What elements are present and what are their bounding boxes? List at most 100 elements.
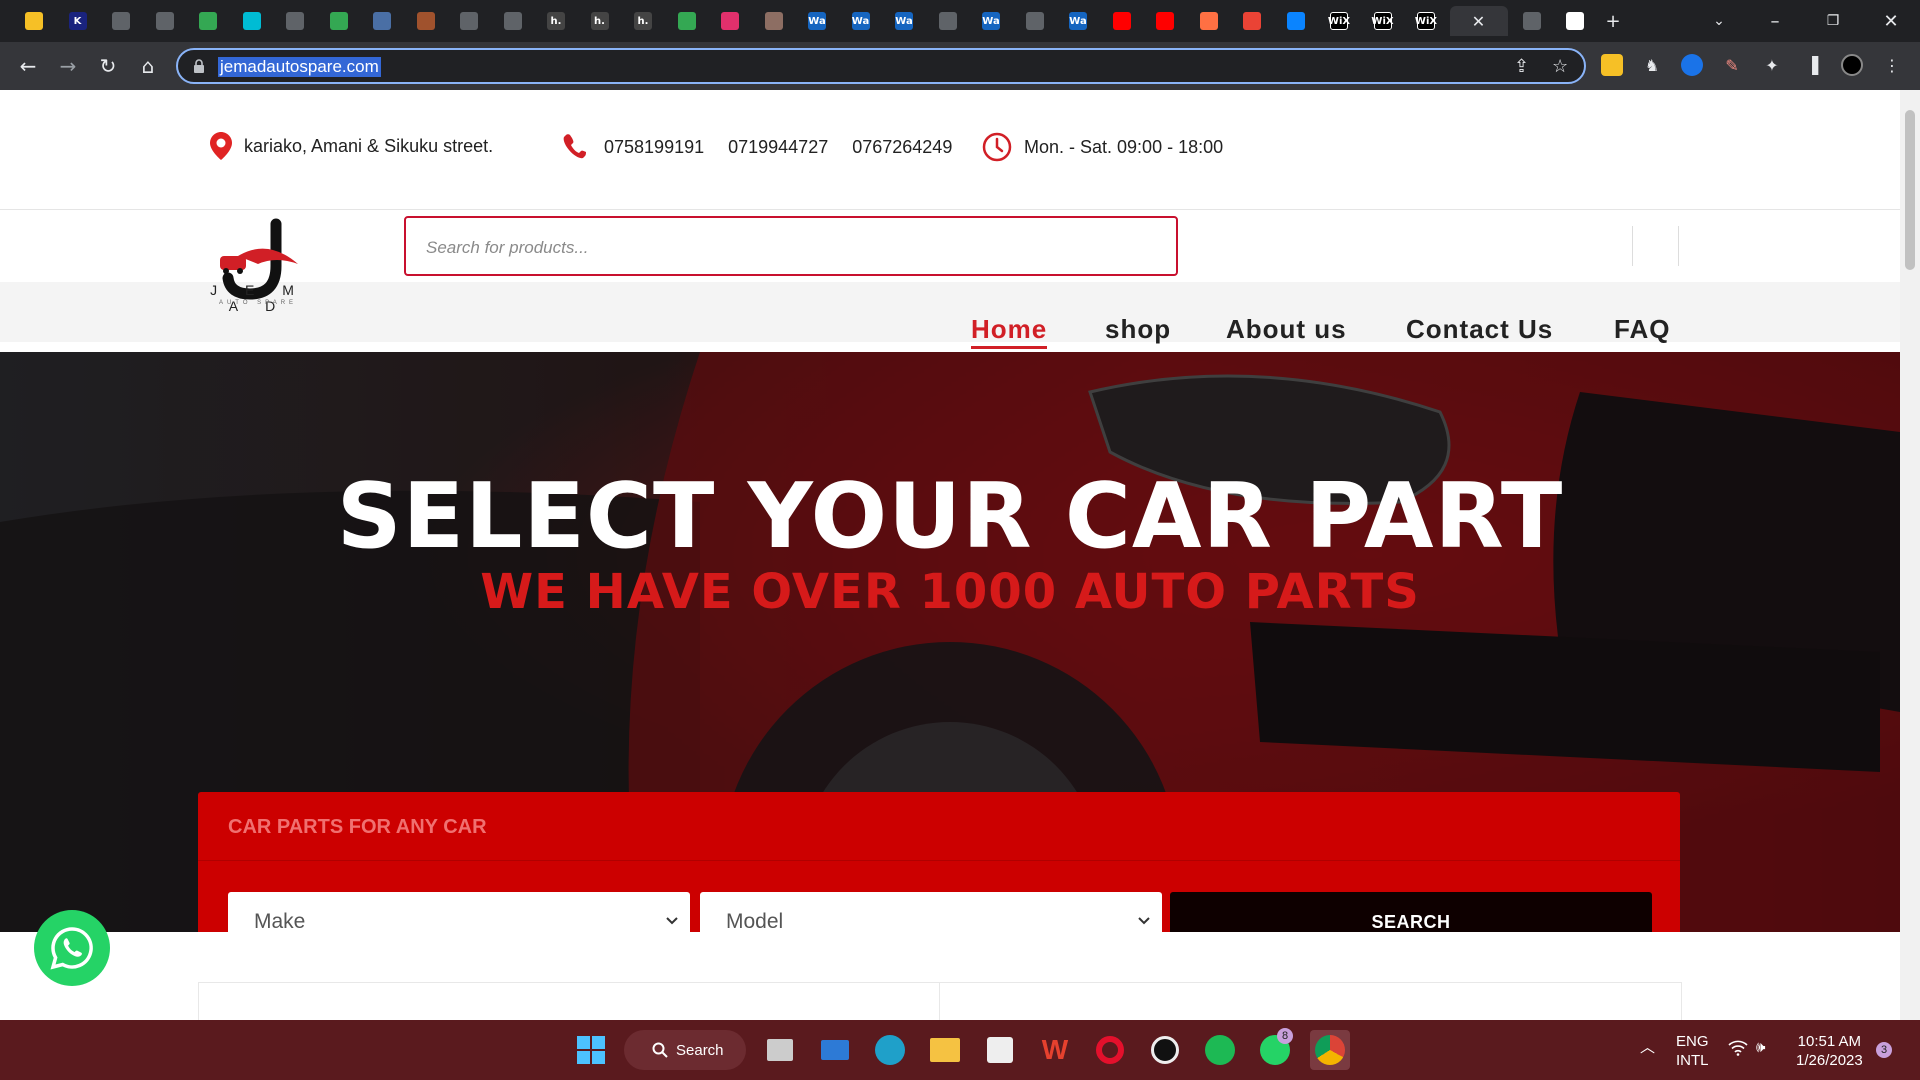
language-indicator[interactable]: ENG INTL [1676, 1032, 1709, 1070]
sync-extension-icon[interactable] [1681, 54, 1703, 76]
nav-home[interactable]: Home [971, 314, 1048, 349]
bookmark-star-icon[interactable]: ☆ [1552, 56, 1568, 77]
recorder-icon[interactable] [1145, 1030, 1185, 1070]
new-tab-button[interactable]: + [1598, 8, 1628, 34]
browser-tab[interactable] [319, 6, 359, 36]
browser-tab[interactable]: K [58, 6, 98, 36]
window-close-icon[interactable]: ✕ [1876, 8, 1906, 34]
store-icon[interactable] [980, 1030, 1020, 1070]
browser-tab[interactable] [667, 6, 707, 36]
browser-tab[interactable] [1555, 6, 1595, 36]
browser-tab[interactable] [493, 6, 533, 36]
taskbar-search[interactable]: Search [624, 1030, 746, 1070]
nav-about-us[interactable]: About us [1226, 314, 1347, 345]
tray-overflow-icon[interactable]: ︿ [1640, 1038, 1655, 1057]
nav-faq[interactable]: FAQ [1614, 314, 1670, 345]
close-icon: ✕ [1471, 11, 1486, 31]
youtube-icon [1156, 12, 1174, 30]
home-icon[interactable]: ⌂ [134, 52, 162, 80]
forward-icon[interactable]: → [54, 52, 82, 80]
browser-tab[interactable]: WiX [1406, 6, 1446, 36]
notification-badge[interactable]: 3 [1876, 1042, 1892, 1058]
browser-tab[interactable] [275, 6, 315, 36]
wix-icon: WiX [1415, 12, 1437, 30]
browser-tab[interactable]: Wa [797, 6, 837, 36]
browser-tab[interactable] [710, 6, 750, 36]
product-search-input[interactable]: Search for products... [404, 216, 1178, 276]
browser-tab[interactable] [1189, 6, 1229, 36]
phone-number-2[interactable]: 0719944727 [728, 137, 828, 158]
wa-icon: Wa [895, 12, 913, 30]
browser-tab[interactable]: Wa [841, 6, 881, 36]
share-icon[interactable]: ⇪ [1514, 56, 1529, 77]
side-panel-icon[interactable]: ▐ [1801, 54, 1823, 76]
profile-avatar[interactable] [1841, 54, 1863, 76]
browser-tab[interactable] [754, 6, 794, 36]
phone-number-3[interactable]: 0767264249 [852, 137, 952, 158]
browser-tab[interactable] [145, 6, 185, 36]
start-windows-icon[interactable] [571, 1030, 611, 1070]
browser-tab[interactable] [406, 6, 446, 36]
browser-tab[interactable] [1145, 6, 1185, 36]
browser-tab[interactable] [232, 6, 272, 36]
browser-tab[interactable]: h. [623, 6, 663, 36]
pen-extension-icon[interactable]: ✎ [1721, 54, 1743, 76]
lion-extension-icon[interactable]: ♞ [1641, 54, 1663, 76]
make-select[interactable]: Make [228, 892, 690, 932]
edge-icon[interactable] [870, 1030, 910, 1070]
clock[interactable]: 10:51 AM 1/26/2023 [1796, 1032, 1863, 1070]
extensions-puzzle-icon[interactable]: ✦ [1761, 54, 1783, 76]
browser-tab[interactable]: h. [580, 6, 620, 36]
model-select[interactable]: Model [700, 892, 1162, 932]
browser-tab[interactable] [1512, 6, 1552, 36]
finder-search-button[interactable]: SEARCH [1170, 892, 1652, 932]
browser-tab[interactable] [928, 6, 968, 36]
tab-search-icon[interactable]: ⌄ [1704, 8, 1734, 34]
spotify-icon[interactable] [1200, 1030, 1240, 1070]
browser-tab[interactable] [101, 6, 141, 36]
address-bar[interactable]: jemadautospare.com ⇪ ☆ [176, 48, 1586, 84]
browser-tab[interactable]: h. [536, 6, 576, 36]
volume-icon[interactable]: 🕪 [1756, 1038, 1765, 1057]
browser-tab[interactable] [1015, 6, 1055, 36]
browser-tab[interactable]: Wa [1058, 6, 1098, 36]
back-icon[interactable]: ← [14, 52, 42, 80]
reload-icon[interactable]: ↻ [94, 52, 122, 80]
browser-tab[interactable]: WiX [1319, 6, 1359, 36]
keep-extension-icon[interactable] [1601, 54, 1623, 76]
browser-tab[interactable] [14, 6, 54, 36]
wps-icon[interactable]: W [1035, 1030, 1075, 1070]
menu-kebab-icon[interactable]: ⋮ [1881, 54, 1903, 76]
opera-icon[interactable] [1090, 1030, 1130, 1070]
task-view-icon[interactable] [760, 1030, 800, 1070]
whatsapp-chat-button[interactable] [34, 910, 110, 986]
browser-tab[interactable] [188, 6, 228, 36]
nav-shop[interactable]: shop [1105, 314, 1171, 345]
browser-tab[interactable]: Wa [884, 6, 924, 36]
browser-tab[interactable]: Wa [971, 6, 1011, 36]
file-explorer-icon[interactable] [925, 1030, 965, 1070]
browser-tab[interactable]: ✕ [1449, 6, 1508, 36]
browser-tab[interactable] [1276, 6, 1316, 36]
browser-tab[interactable] [449, 6, 489, 36]
browser-tab[interactable] [1232, 6, 1272, 36]
phone-number-1[interactable]: 0758199191 [604, 137, 704, 158]
browser-tab[interactable] [1102, 6, 1142, 36]
clock-icon [982, 132, 1012, 162]
scroll-thumb[interactable] [1905, 110, 1915, 270]
browser-tab[interactable] [362, 6, 402, 36]
url-text[interactable]: jemadautospare.com [218, 57, 381, 77]
wifi-icon[interactable] [1728, 1040, 1748, 1061]
restore-icon[interactable]: ❐ [1818, 8, 1848, 34]
tab-strip: Kh. h. h. Wa Wa Wa Wa Wa WiX WiX WiX ✕ + ⌄ – ❐ ✕ [0, 0, 1920, 42]
nav-contact-us[interactable]: Contact Us [1406, 314, 1553, 345]
page-scrollbar[interactable] [1900, 90, 1920, 1020]
mail-icon[interactable] [815, 1030, 855, 1070]
minimize-icon[interactable]: – [1760, 8, 1790, 34]
maps-icon [677, 12, 696, 30]
wa-icon: Wa [808, 12, 826, 30]
finder-divider [198, 860, 1680, 861]
chrome-icon[interactable] [1310, 1030, 1350, 1070]
browser-tab[interactable]: WiX [1363, 6, 1403, 36]
header-divider [1678, 226, 1679, 266]
